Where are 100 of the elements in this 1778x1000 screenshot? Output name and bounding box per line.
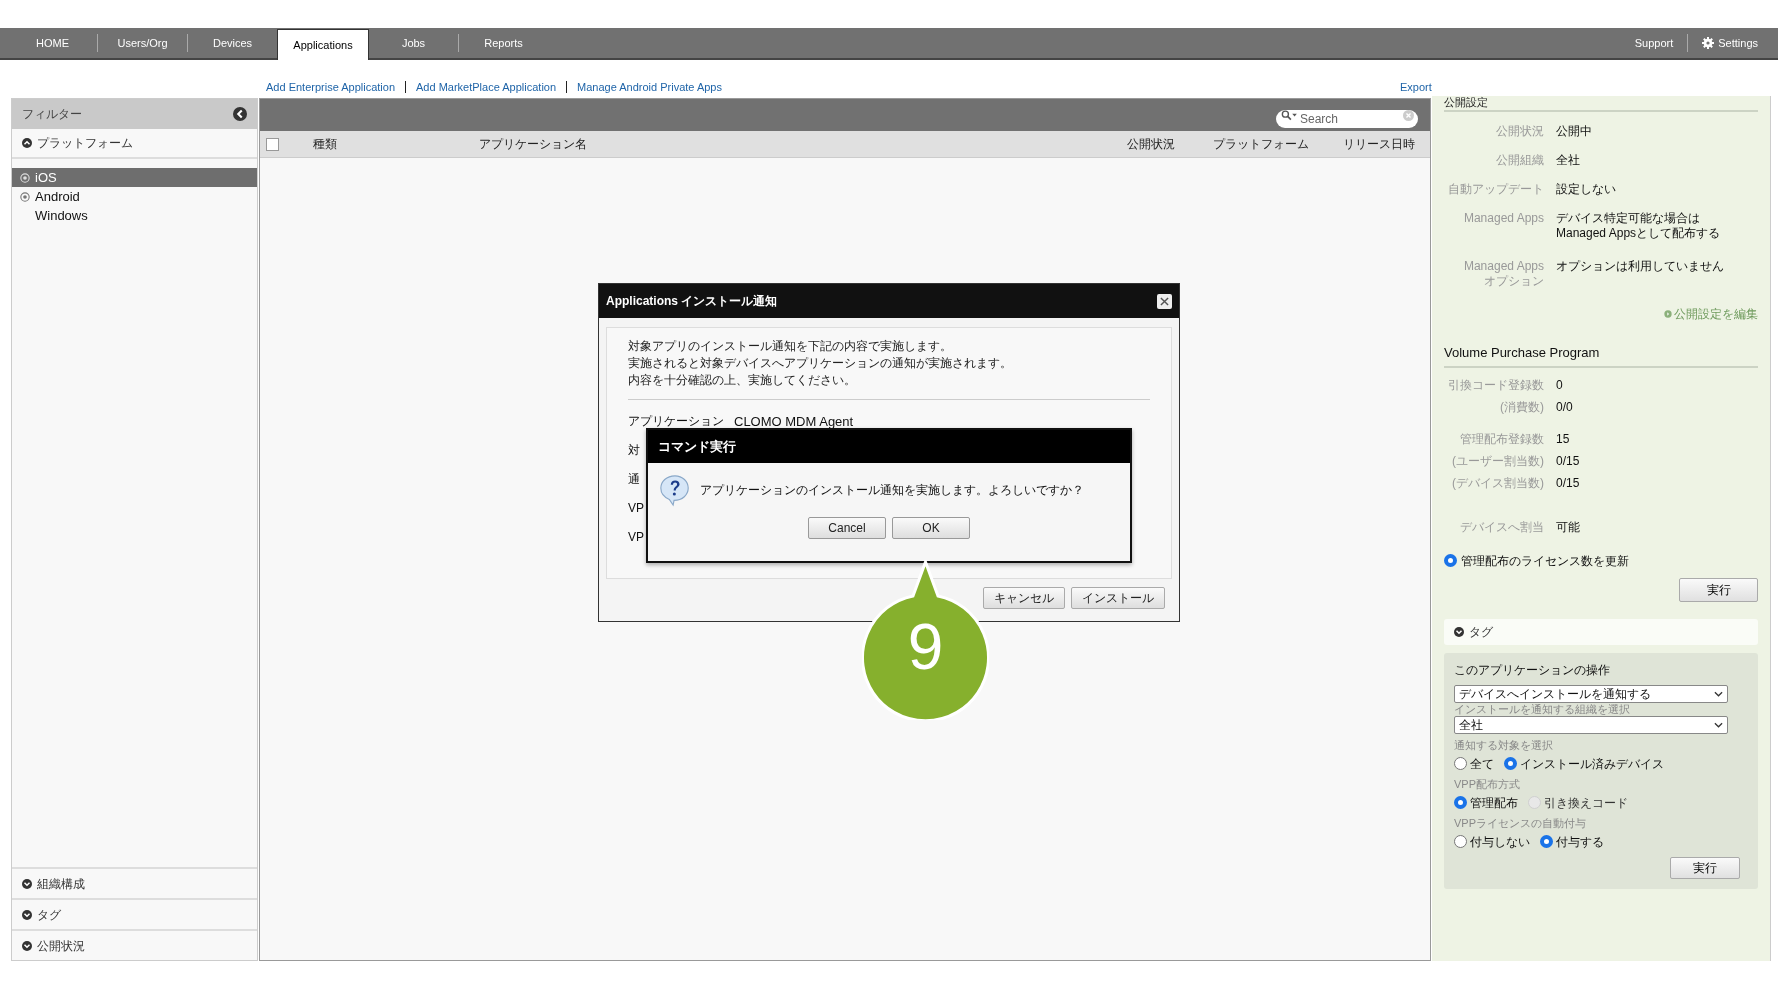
column-header[interactable]: アプリケーション名 [479,135,1127,153]
radio-button[interactable] [1444,554,1457,567]
run-button[interactable]: 実行 [1679,577,1758,602]
close-button[interactable] [1157,293,1172,309]
search-field[interactable]: Search [1276,110,1418,128]
nav-tab[interactable]: Users/Org [98,28,187,58]
radio-button[interactable] [1454,757,1467,770]
link[interactable]: Add MarketPlace Application [416,79,557,96]
field-label: 通知する対象を選択 [1454,738,1554,752]
field-label: VP [628,499,642,517]
radio-option[interactable]: 付与しない [1454,832,1530,851]
chevron-down-icon [1454,626,1464,637]
field-label: 引換コード登録数 [1447,377,1544,393]
nav-tab[interactable]: Jobs [369,28,458,58]
radio-option[interactable]: インストール済みデバイス [1504,754,1664,773]
nav-tab[interactable]: Reports [459,28,548,58]
radio-option[interactable]: 管理配布のライセンス数を更新 [1444,551,1758,570]
question-icon [658,473,692,507]
column-header[interactable]: 公開状況 [1127,135,1213,153]
chevron-down-icon [1714,721,1723,728]
filter-section-header[interactable]: 組織構成 [12,867,257,898]
field-label: Managed Apps [1462,211,1544,227]
field-value: CLOMO MDM Agent [734,413,854,431]
dialog-button[interactable]: Cancel [808,517,886,539]
field-value: 公開中 [1556,124,1592,139]
filter-section-header[interactable]: タグ [12,898,257,929]
link[interactable]: Add Enterprise Application [266,79,396,96]
platform-item[interactable]: iOS [12,168,257,187]
field-value: 0/15 [1556,453,1580,469]
link[interactable]: Manage Android Private Apps [577,79,722,96]
select-all-checkbox[interactable] [266,137,279,151]
dialog-title: Applications インストール通知 [606,293,778,310]
filter-section-header[interactable]: プラットフォーム [12,129,257,159]
field-label: デバイスへ割当 [1459,519,1544,535]
field-label: 公開組織 [1495,153,1544,168]
field-value: オプションは利用していません [1556,259,1724,275]
radio-dot-icon [20,191,30,202]
filter-title: フィルター [22,106,82,123]
field-value: 15 [1556,431,1570,447]
field-label: (消費数) [1499,399,1544,415]
column-header[interactable]: プラットフォーム [1213,135,1343,153]
search-icon [1281,110,1298,121]
section-heading: Volume Purchase Program [1444,343,1758,368]
field-value: 0/0 [1556,399,1573,415]
confirm-message: アプリケーションのインストール通知を実施します。よろしいですか？ [700,482,1084,499]
field-value: 0/15 [1556,475,1580,491]
message-text: 内容を十分確認の上、実施してください。 [628,372,857,389]
field-label: 管理配布登録数 [1459,431,1544,447]
tag-section-header[interactable]: タグ [1444,618,1758,645]
message-text: 対象アプリのインストール通知を下記の内容で実施します。 [628,338,953,355]
platform-item[interactable]: Android [12,187,257,206]
dialog-button[interactable]: インストール [1071,587,1165,609]
radio-dot-icon [20,172,30,183]
column-header[interactable]: 種類 [313,135,479,153]
chevron-down-icon [22,940,32,951]
close-icon [1160,296,1169,306]
field-value: 0 [1556,377,1563,393]
platform-item[interactable]: Windows [12,206,257,225]
filter-section-header[interactable]: 公開状況 [12,929,257,960]
nav-link[interactable]: Support [1634,34,1674,52]
export-link[interactable]: Export [1400,79,1432,96]
radio-option[interactable]: 付与する [1540,832,1604,851]
nav-link[interactable]: Settings [1702,34,1758,52]
radio-option[interactable]: 管理配布 [1454,793,1518,812]
panel-title: このアプリケーションの操作 [1454,661,1611,679]
dropdown[interactable]: 全社 [1454,715,1728,734]
field-label: (デバイス割当数) [1451,475,1544,491]
chevron-down-icon [1714,690,1723,697]
field-label: インストールを通知する組織を選択 [1454,702,1631,716]
dropdown[interactable]: デバイスへインストールを通知する [1454,684,1728,703]
radio-option[interactable]: 全て [1454,754,1494,773]
radio-button[interactable] [1540,835,1553,848]
dialog-title: コマンド実行 [648,430,1130,463]
nav-tab[interactable]: Applications [277,29,369,60]
field-value: デバイス特定可能な場合は Managed Appsとして配布する [1556,211,1721,241]
radio-button[interactable] [1454,796,1467,809]
dialog-button[interactable]: キャンセル [983,587,1065,609]
chevron-down-icon [22,909,32,920]
dialog-button[interactable]: OK [892,517,970,539]
radio-button[interactable] [1504,757,1517,770]
field-label: (ユーザー割当数) [1451,453,1544,469]
field-label: 対 [628,441,641,459]
play-icon [1664,310,1672,318]
step-callout: 9 [862,560,989,720]
collapse-icon[interactable] [233,107,247,121]
field-value: 全社 [1556,153,1580,168]
radio-button[interactable] [1454,835,1467,848]
chevron-down-icon [22,878,32,889]
field-label: Managed Apps オプション [1462,259,1544,289]
field-value: 設定しない [1556,182,1616,197]
field-label: アプリケーション [628,413,724,430]
field-label: VPP配布方式 [1454,777,1521,791]
field-label: VP [628,528,642,546]
column-header[interactable]: リリース日時 [1343,135,1415,153]
run-button[interactable]: 実行 [1670,856,1740,879]
field-label: 通 [628,470,641,488]
nav-tab[interactable]: HOME [8,28,97,58]
field-value: 可能 [1556,519,1580,535]
nav-tab[interactable]: Devices [188,28,277,58]
field-label: 自動アップデート [1447,182,1544,197]
